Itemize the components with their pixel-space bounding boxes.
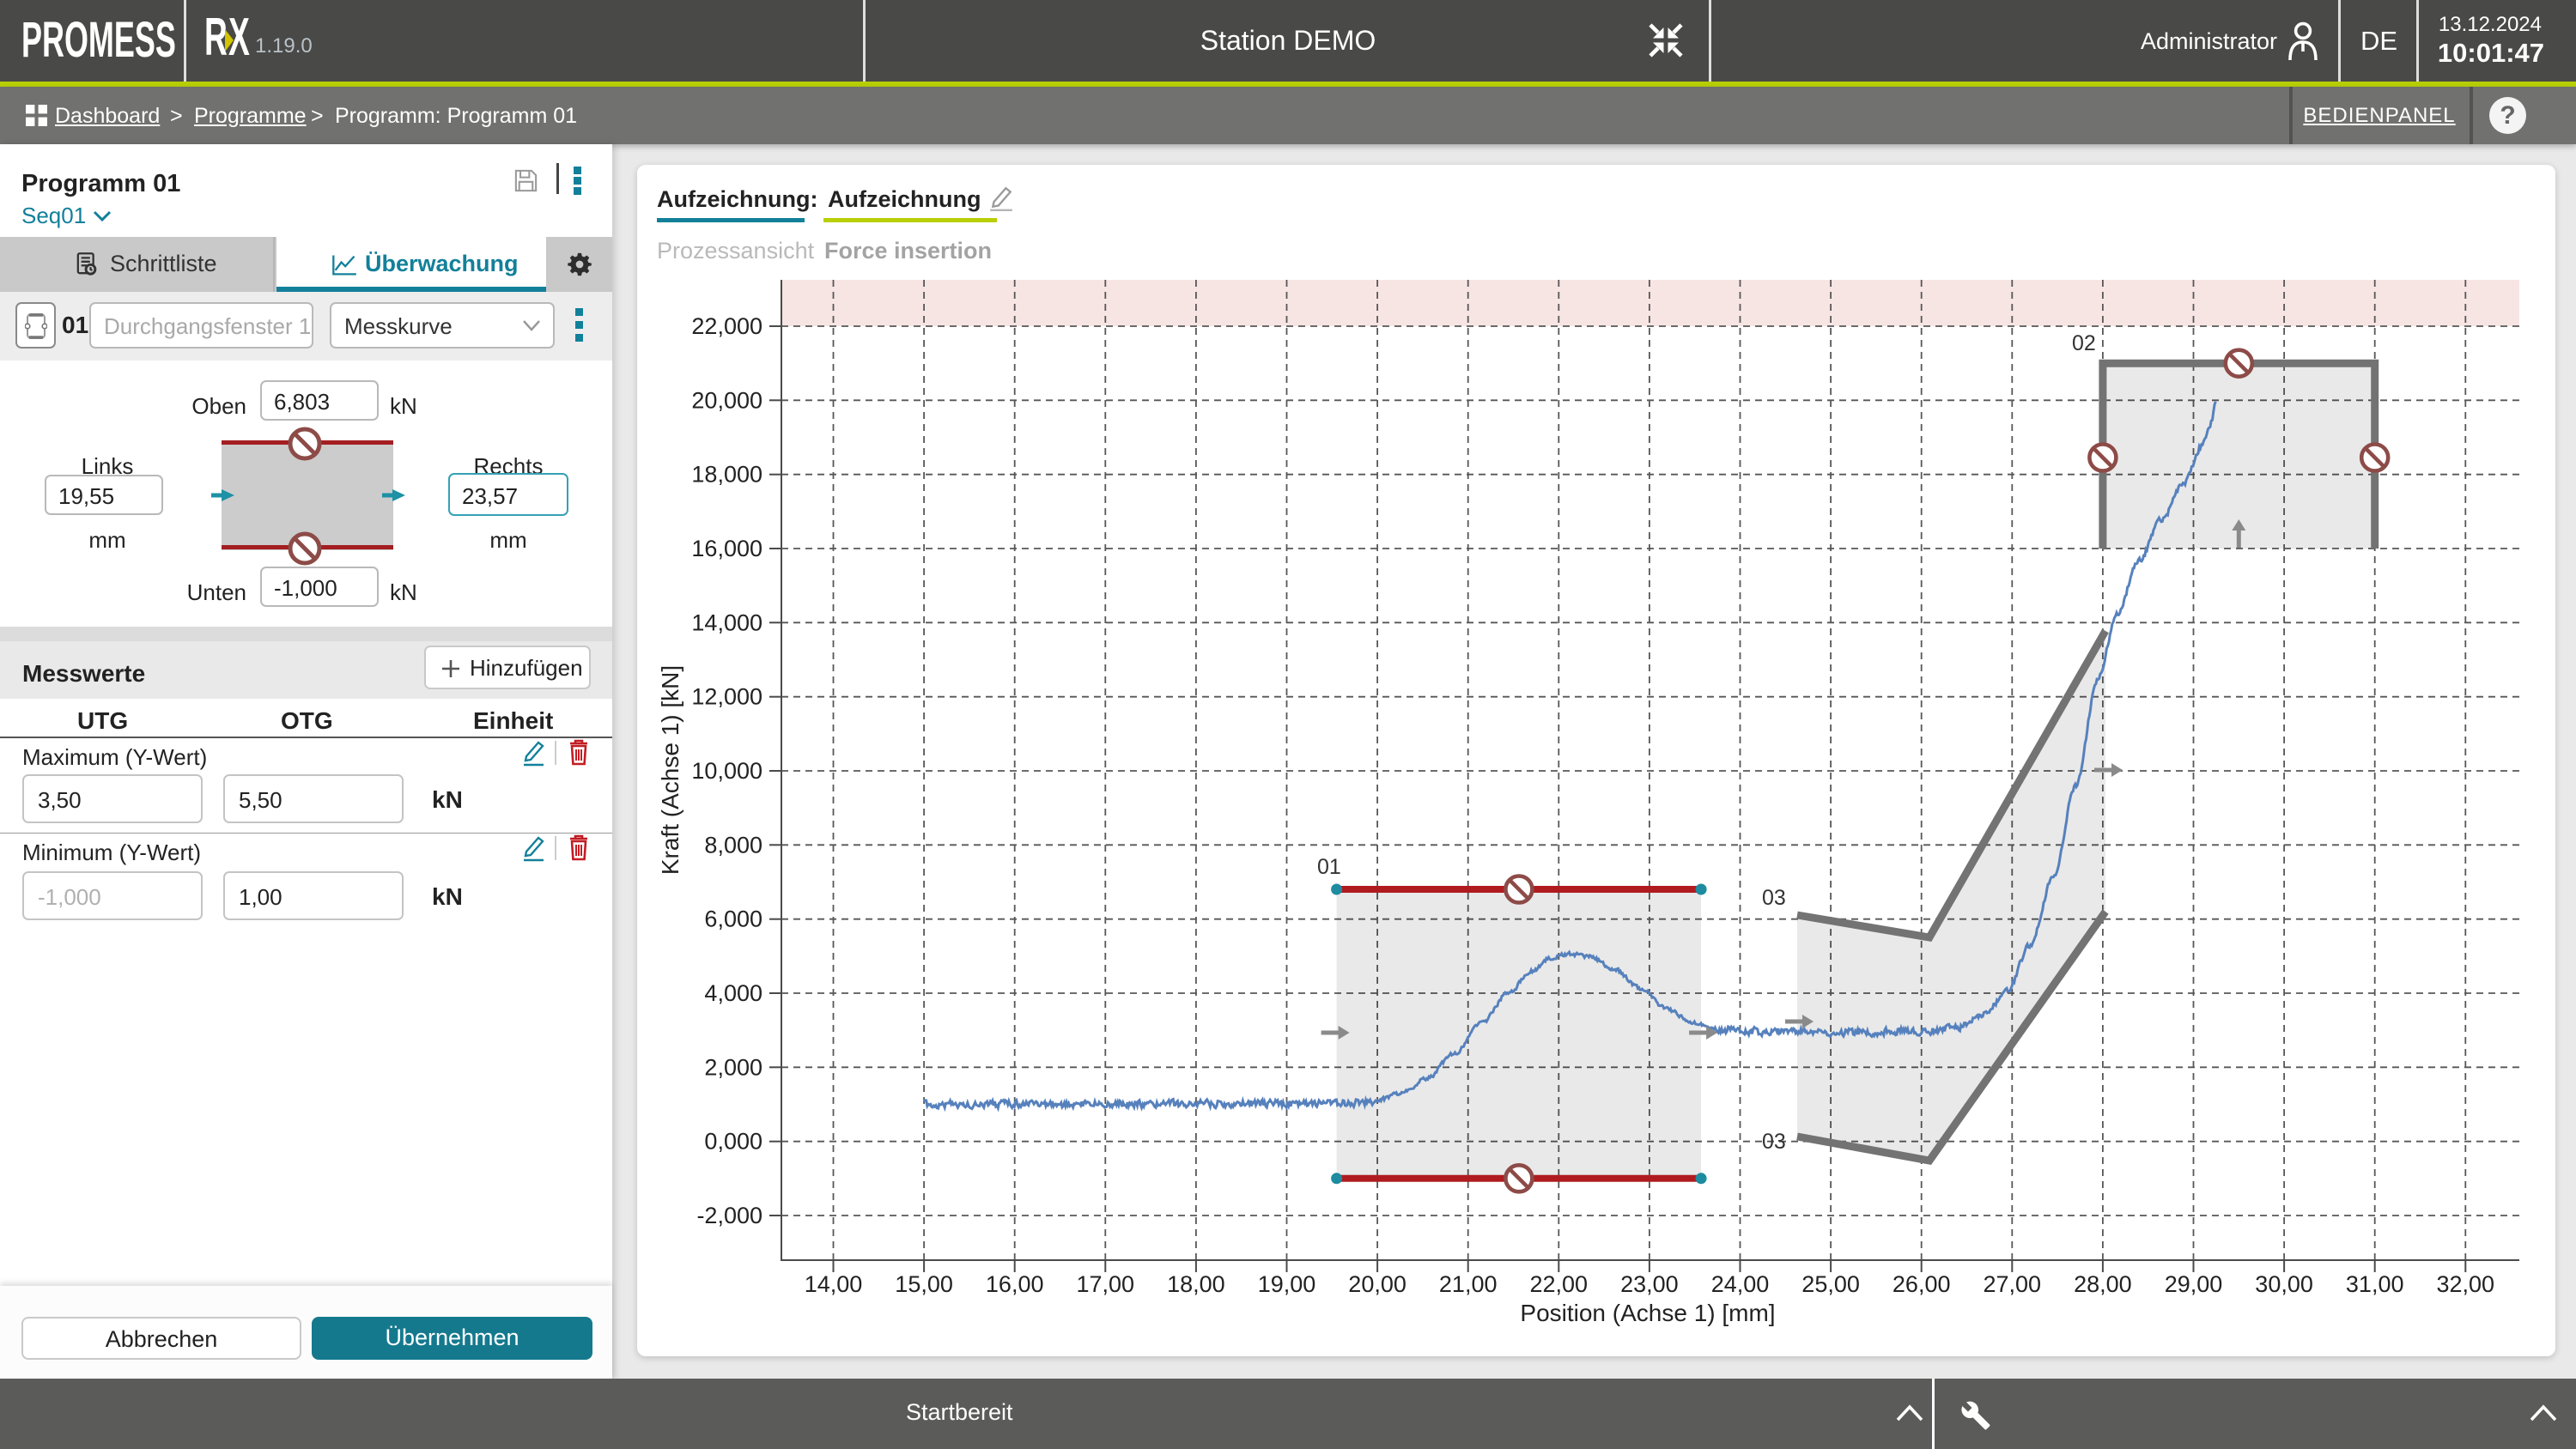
svg-text:10,000: 10,000 xyxy=(691,758,762,784)
svg-text:23,00: 23,00 xyxy=(1620,1271,1679,1297)
svg-text:14,00: 14,00 xyxy=(805,1271,863,1297)
svg-text:31,00: 31,00 xyxy=(2346,1271,2404,1297)
svg-text:20,000: 20,000 xyxy=(691,387,762,413)
svg-text:20,00: 20,00 xyxy=(1348,1271,1406,1297)
svg-text:8,000: 8,000 xyxy=(704,832,762,858)
svg-text:21,00: 21,00 xyxy=(1439,1271,1498,1297)
svg-text:03: 03 xyxy=(1762,1130,1786,1154)
svg-text:17,00: 17,00 xyxy=(1077,1271,1135,1297)
svg-text:24,00: 24,00 xyxy=(1711,1271,1770,1297)
svg-text:27,00: 27,00 xyxy=(1984,1271,2042,1297)
svg-text:16,000: 16,000 xyxy=(691,536,762,561)
svg-text:14,000: 14,000 xyxy=(691,609,762,635)
svg-text:01: 01 xyxy=(1317,855,1341,879)
svg-text:18,000: 18,000 xyxy=(691,462,762,488)
svg-text:-2,000: -2,000 xyxy=(696,1203,762,1228)
svg-text:02: 02 xyxy=(2072,331,2096,355)
svg-text:22,000: 22,000 xyxy=(691,313,762,339)
svg-text:Kraft (Achse 1) [kN]: Kraft (Achse 1) [kN] xyxy=(657,665,683,875)
svg-text:4,000: 4,000 xyxy=(704,980,762,1006)
svg-text:12,000: 12,000 xyxy=(691,684,762,710)
svg-text:19,00: 19,00 xyxy=(1258,1271,1316,1297)
svg-text:2,000: 2,000 xyxy=(704,1054,762,1080)
svg-text:29,00: 29,00 xyxy=(2165,1271,2223,1297)
svg-text:25,00: 25,00 xyxy=(1801,1271,1860,1297)
svg-text:26,00: 26,00 xyxy=(1893,1271,1951,1297)
svg-text:30,00: 30,00 xyxy=(2255,1271,2313,1297)
svg-text:16,00: 16,00 xyxy=(986,1271,1044,1297)
svg-text:15,00: 15,00 xyxy=(895,1271,953,1297)
svg-text:28,00: 28,00 xyxy=(2074,1271,2132,1297)
svg-text:Position (Achse 1) [mm]: Position (Achse 1) [mm] xyxy=(1520,1300,1775,1326)
svg-text:6,000: 6,000 xyxy=(704,906,762,932)
svg-text:0,000: 0,000 xyxy=(704,1129,762,1155)
svg-text:32,00: 32,00 xyxy=(2437,1271,2495,1297)
svg-text:22,00: 22,00 xyxy=(1530,1271,1589,1297)
svg-text:03: 03 xyxy=(1762,886,1786,910)
svg-text:18,00: 18,00 xyxy=(1167,1271,1225,1297)
